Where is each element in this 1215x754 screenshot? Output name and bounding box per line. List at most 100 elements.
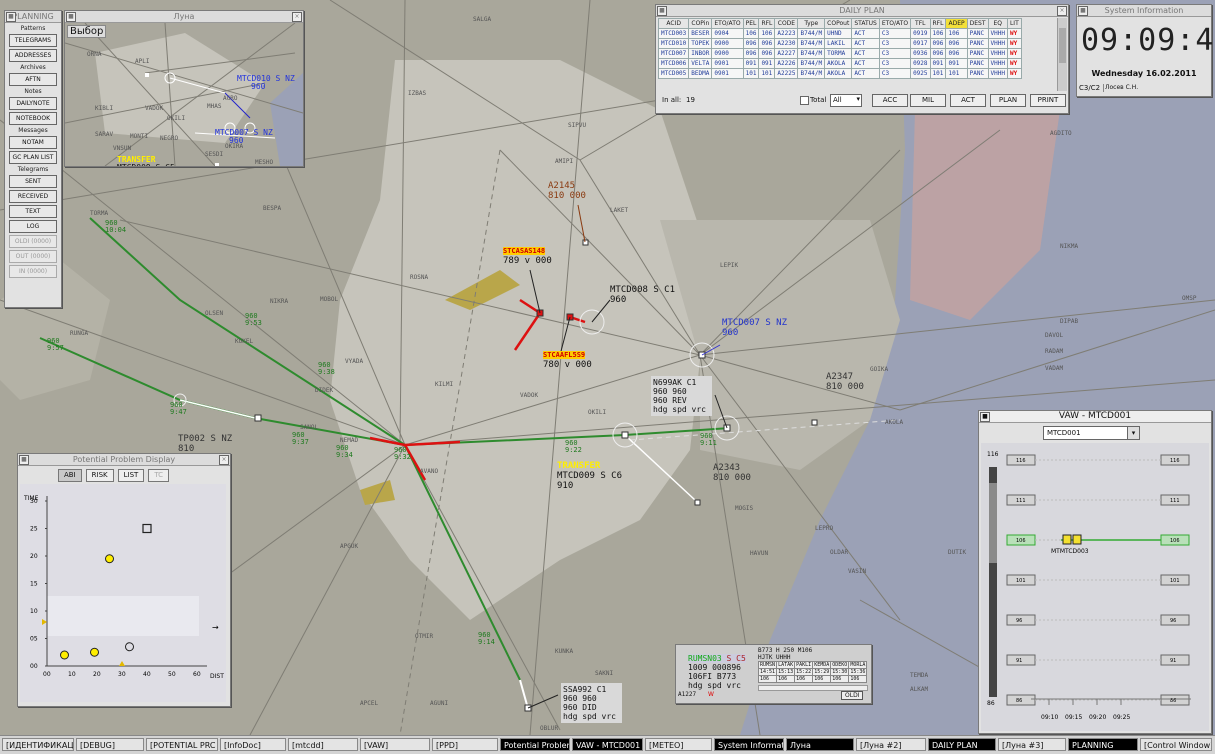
- level-scale-thumb[interactable]: [989, 483, 997, 563]
- daily-plan-acc-button[interactable]: ACC: [872, 94, 908, 107]
- problem-marker-circle[interactable]: [60, 650, 69, 660]
- planning-button[interactable]: SENT: [9, 175, 57, 188]
- table-row[interactable]: MTCD006 VELTA 0901 091 091 A2226 B744/M AKOLA AC…: [658, 58, 1022, 69]
- vaw-titlebar[interactable]: ■ VAW - MTCD001: [979, 411, 1211, 423]
- daily-plan-print-button[interactable]: PRINT: [1030, 94, 1066, 107]
- window-menu-icon[interactable]: ■: [66, 12, 76, 22]
- taskbar-item[interactable]: Луна: [786, 738, 854, 751]
- close-icon[interactable]: ×: [292, 12, 302, 22]
- table-row[interactable]: MTCD005 BEDMA 0901 101 101 A2225 B744/M AKOLA AC…: [658, 68, 1022, 79]
- aircraft-label-stca2[interactable]: STCAAFL5S9 780 v 000: [543, 350, 592, 370]
- aircraft-label-transfer[interactable]: TRANSFER MTCD009 S C6 910: [557, 461, 622, 491]
- aircraft-label-mtcd008[interactable]: MTCD008 S C1 960: [610, 285, 675, 305]
- planning-button[interactable]: GC PLAN LIST: [9, 151, 57, 164]
- select-button[interactable]: Выбор: [67, 25, 107, 38]
- planning-button[interactable]: NOTEBOOK: [9, 112, 57, 125]
- planning-button[interactable]: NOTAM: [9, 136, 57, 149]
- luna-track-label[interactable]: MTCD009 S C5910: [117, 164, 175, 167]
- table-row[interactable]: MTCD010 TOPEK 0900 096 096 A2230 B744/M LAKIL AC…: [658, 38, 1022, 49]
- taskbar-item[interactable]: [mtcdd]: [288, 738, 358, 751]
- daily-plan-act-button[interactable]: ACT: [950, 94, 986, 107]
- taskbar-item[interactable]: [VAW]: [360, 738, 430, 751]
- problem-marker-square[interactable]: [142, 523, 152, 534]
- taskbar-item[interactable]: [DEBUG]: [76, 738, 144, 751]
- taskbar-item[interactable]: VAW - MTCD001: [572, 738, 643, 751]
- scrollbar[interactable]: [1057, 18, 1067, 91]
- system-info-titlebar[interactable]: ■ System Information: [1077, 5, 1211, 17]
- column-header[interactable]: TFL: [910, 18, 931, 29]
- close-icon[interactable]: ×: [219, 455, 229, 465]
- window-menu-icon[interactable]: ■: [980, 412, 990, 422]
- planning-button[interactable]: RECEIVED: [9, 190, 57, 203]
- vaw-plot[interactable]: 116 86 116 116 111 111 106 106 101 101 96 96 91 91 86 8…: [981, 443, 1209, 731]
- taskbar-item[interactable]: [METEO]: [645, 738, 712, 751]
- planning-button[interactable]: ADDRESSES: [9, 49, 57, 62]
- total-checkbox[interactable]: [800, 96, 809, 105]
- aircraft-symbol[interactable]: [1072, 534, 1082, 545]
- taskbar-item[interactable]: PLANNING: [1068, 738, 1138, 751]
- column-header[interactable]: LIT: [1006, 18, 1022, 29]
- tab-abi[interactable]: ABI: [58, 469, 82, 482]
- close-icon[interactable]: ×: [1057, 6, 1067, 16]
- planning-button[interactable]: OLDI (0000): [9, 235, 57, 248]
- taskbar-item[interactable]: [PPD]: [432, 738, 498, 751]
- planning-button[interactable]: DAILYNOTE: [9, 97, 57, 110]
- column-header[interactable]: DEST: [966, 18, 989, 29]
- luna-titlebar[interactable]: ■ Луна ×: [65, 11, 303, 23]
- column-header[interactable]: COPin: [688, 18, 713, 29]
- vaw-select[interactable]: MTCD001 ▾: [1043, 426, 1140, 440]
- taskbar-item[interactable]: [Луна #3]: [998, 738, 1066, 751]
- aircraft-label-n699ak[interactable]: N699AK C1 960 960 960 REV hdg spd vrc: [651, 376, 712, 416]
- problem-marker-circle[interactable]: [125, 642, 134, 652]
- taskbar-item[interactable]: [Control Window]: [1140, 738, 1212, 751]
- column-header[interactable]: PEL: [742, 18, 760, 29]
- window-menu-icon[interactable]: ■: [6, 12, 16, 22]
- luna-track-label[interactable]: MTCD010 S NZ 960: [237, 75, 295, 91]
- aircraft-label-a2343[interactable]: A2343 810 000: [713, 463, 751, 483]
- luna-track-label[interactable]: MTCD007 S NZ 960: [215, 129, 273, 145]
- column-header[interactable]: Type: [797, 18, 826, 29]
- aircraft-symbol[interactable]: [1062, 534, 1072, 545]
- planning-button[interactable]: TELEGRAMS: [9, 34, 57, 47]
- planning-titlebar[interactable]: ■ PLANNING: [5, 11, 61, 23]
- column-header[interactable]: RFL: [758, 18, 776, 29]
- column-header[interactable]: EQ: [987, 18, 1008, 29]
- ppd-titlebar[interactable]: ■ Potential Problem Display ×: [18, 454, 230, 466]
- column-header[interactable]: ADEP: [945, 18, 968, 29]
- daily-plan-titlebar[interactable]: ■ DAILY PLAN ×: [656, 5, 1068, 17]
- aircraft-label-stca1[interactable]: STCASAS148 789 v 000: [503, 246, 552, 266]
- ppd-plot[interactable]: TIME DIST 30 25 20 15 10 05 00 00 10 20 30 40 50 60 →: [20, 484, 226, 702]
- problem-marker-circle[interactable]: [105, 554, 114, 564]
- column-header[interactable]: COPout: [824, 18, 853, 29]
- tab-risk[interactable]: RISK: [85, 469, 114, 482]
- taskbar-item[interactable]: [Луна #2]: [856, 738, 926, 751]
- table-row[interactable]: MTCD003 BESER 0904 106 106 A2223 B744/M UHND ACT…: [658, 28, 1022, 39]
- window-menu-icon[interactable]: ■: [1078, 6, 1088, 16]
- table-row[interactable]: MTCD007 INBOR 0900 096 096 A2227 B744/M TORMA AC…: [658, 48, 1022, 59]
- luna-map[interactable]: Выбор MTCD010 S NZ 960 MTCD007 S NZ 960 TRAN…: [65, 23, 303, 166]
- aircraft-label-ssa992[interactable]: SSA992 C1 960 960 960 DID hdg spd vrc: [561, 683, 622, 723]
- planning-button[interactable]: IN (0000): [9, 265, 57, 278]
- aircraft-label-tp002[interactable]: TP002 S NZ 810: [178, 434, 232, 454]
- planning-button[interactable]: TEXT: [9, 205, 57, 218]
- daily-plan-plan-button[interactable]: PLAN: [990, 94, 1026, 107]
- column-header[interactable]: RFL: [929, 18, 947, 29]
- daily-plan-mil-button[interactable]: MIL: [910, 94, 946, 107]
- aircraft-label-a2347[interactable]: A2347 810 000: [826, 372, 864, 392]
- oldi-button[interactable]: OLDI: [841, 691, 864, 700]
- aircraft-label-a2145[interactable]: A2145 810 000: [548, 181, 586, 201]
- column-header[interactable]: STATUS: [851, 18, 880, 29]
- taskbar-item[interactable]: [InfoDoc]: [220, 738, 286, 751]
- tab-tc[interactable]: TC: [148, 469, 170, 482]
- taskbar-item[interactable]: [POTENTIAL PRC: [146, 738, 218, 751]
- filter-select[interactable]: All ▾: [830, 94, 862, 107]
- planning-button[interactable]: LOG: [9, 220, 57, 233]
- planning-button[interactable]: OUT (0000): [9, 250, 57, 263]
- column-header[interactable]: CODE: [774, 18, 799, 29]
- column-header[interactable]: ETO/ATO: [878, 18, 912, 29]
- tab-list[interactable]: LIST: [117, 469, 145, 482]
- taskbar-item[interactable]: [ИДЕНТИФИКАЦИ: [2, 738, 74, 751]
- problem-marker-circle[interactable]: [90, 647, 99, 657]
- window-menu-icon[interactable]: ■: [657, 6, 667, 16]
- taskbar-item[interactable]: DAILY PLAN: [928, 738, 996, 751]
